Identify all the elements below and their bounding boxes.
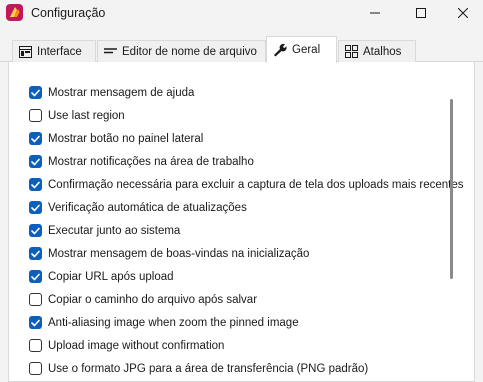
option-row[interactable]: Verificação automática de atualizações (29, 196, 449, 219)
option-checkbox[interactable] (29, 155, 42, 168)
check-icon (31, 227, 40, 234)
option-checkbox[interactable] (29, 109, 42, 122)
tab-geral-label: Geral (292, 44, 321, 56)
option-label: Use last region (48, 109, 125, 122)
editor-icon (104, 47, 117, 53)
window-title: Configuração (31, 6, 106, 20)
interface-icon (19, 45, 32, 58)
option-label: Copiar o caminho do arquivo após salvar (48, 293, 258, 306)
option-label: Use o formato JPG para a área de transfe… (48, 362, 369, 375)
maximize-icon (416, 8, 426, 18)
option-row[interactable]: Mostrar notificações na área de trabalho (29, 150, 449, 173)
option-row[interactable]: Mostrar mensagem de boas-vindas na inici… (29, 242, 449, 265)
option-label: Verificação automática de atualizações (48, 201, 247, 214)
option-checkbox[interactable] (29, 247, 42, 260)
tab-atalhos-label: Atalhos (363, 45, 402, 58)
tab-interface[interactable]: Interface (12, 40, 96, 62)
option-label: Mostrar mensagem de ajuda (48, 86, 195, 99)
option-checkbox[interactable] (29, 316, 42, 329)
tab-strip: Interface Editor de nome de arquivo Gera… (0, 36, 483, 63)
maximize-button[interactable] (401, 0, 441, 26)
close-icon (458, 8, 468, 18)
option-row[interactable]: Mostrar mensagem de ajuda (29, 81, 449, 104)
check-icon (31, 181, 40, 188)
option-row[interactable]: Confirmação necessária para excluir a ca… (29, 173, 464, 196)
option-checkbox[interactable] (29, 293, 42, 306)
check-icon (31, 250, 40, 257)
option-checkbox[interactable] (29, 224, 42, 237)
tab-editor[interactable]: Editor de nome de arquivo (97, 40, 266, 62)
check-icon (31, 135, 40, 142)
option-label: Mostrar notificações na área de trabalho (48, 155, 254, 168)
option-checkbox[interactable] (29, 86, 42, 99)
option-label: Copiar URL após upload (48, 270, 174, 283)
title-bar: Configuração (0, 0, 483, 30)
option-row[interactable]: Executar junto ao sistema (29, 219, 449, 242)
option-checkbox[interactable] (29, 339, 42, 352)
wrench-icon (274, 43, 287, 57)
general-settings-panel: Mostrar mensagem de ajuda Use last region… (8, 62, 475, 382)
option-label: Anti-aliasing image when zoom the pinned… (48, 316, 299, 329)
option-label: Executar junto ao sistema (48, 224, 181, 237)
option-row[interactable]: Upload image without confirmation (29, 334, 449, 357)
option-checkbox[interactable] (29, 178, 42, 191)
close-button[interactable] (443, 0, 483, 26)
check-icon (31, 273, 40, 280)
option-row[interactable]: Copiar URL após upload (29, 265, 449, 288)
option-row[interactable]: Copiar o caminho do arquivo após salvar (29, 288, 449, 311)
check-icon (31, 319, 40, 326)
minimize-button[interactable] (355, 0, 395, 26)
minimize-icon (370, 12, 380, 14)
option-checkbox[interactable] (29, 132, 42, 145)
scrollbar[interactable] (450, 99, 453, 279)
tab-geral[interactable]: Geral (266, 36, 337, 63)
option-row[interactable]: Use o formato JPG para a área de transfe… (29, 357, 449, 380)
option-label: Confirmação necessária para excluir a ca… (48, 178, 464, 191)
option-row[interactable]: Mostrar botão no painel lateral (29, 127, 449, 150)
option-label: Mostrar mensagem de boas-vindas na inici… (48, 247, 310, 260)
option-checkbox[interactable] (29, 270, 42, 283)
check-icon (31, 204, 40, 211)
option-checkbox[interactable] (29, 201, 42, 214)
check-icon (31, 89, 40, 96)
option-row[interactable]: Anti-aliasing image when zoom the pinned… (29, 311, 449, 334)
tab-editor-label: Editor de nome de arquivo (122, 45, 257, 58)
option-row[interactable]: Use last region (29, 104, 449, 127)
option-label: Upload image without confirmation (48, 339, 225, 352)
shortcuts-icon (345, 45, 358, 58)
check-icon (31, 158, 40, 165)
tab-interface-label: Interface (37, 45, 82, 58)
option-label: Mostrar botão no painel lateral (48, 132, 204, 145)
tab-atalhos[interactable]: Atalhos (338, 40, 416, 62)
option-checkbox[interactable] (29, 362, 42, 375)
app-logo-icon (6, 4, 23, 21)
options-list: Mostrar mensagem de ajuda Use last region… (29, 81, 464, 380)
